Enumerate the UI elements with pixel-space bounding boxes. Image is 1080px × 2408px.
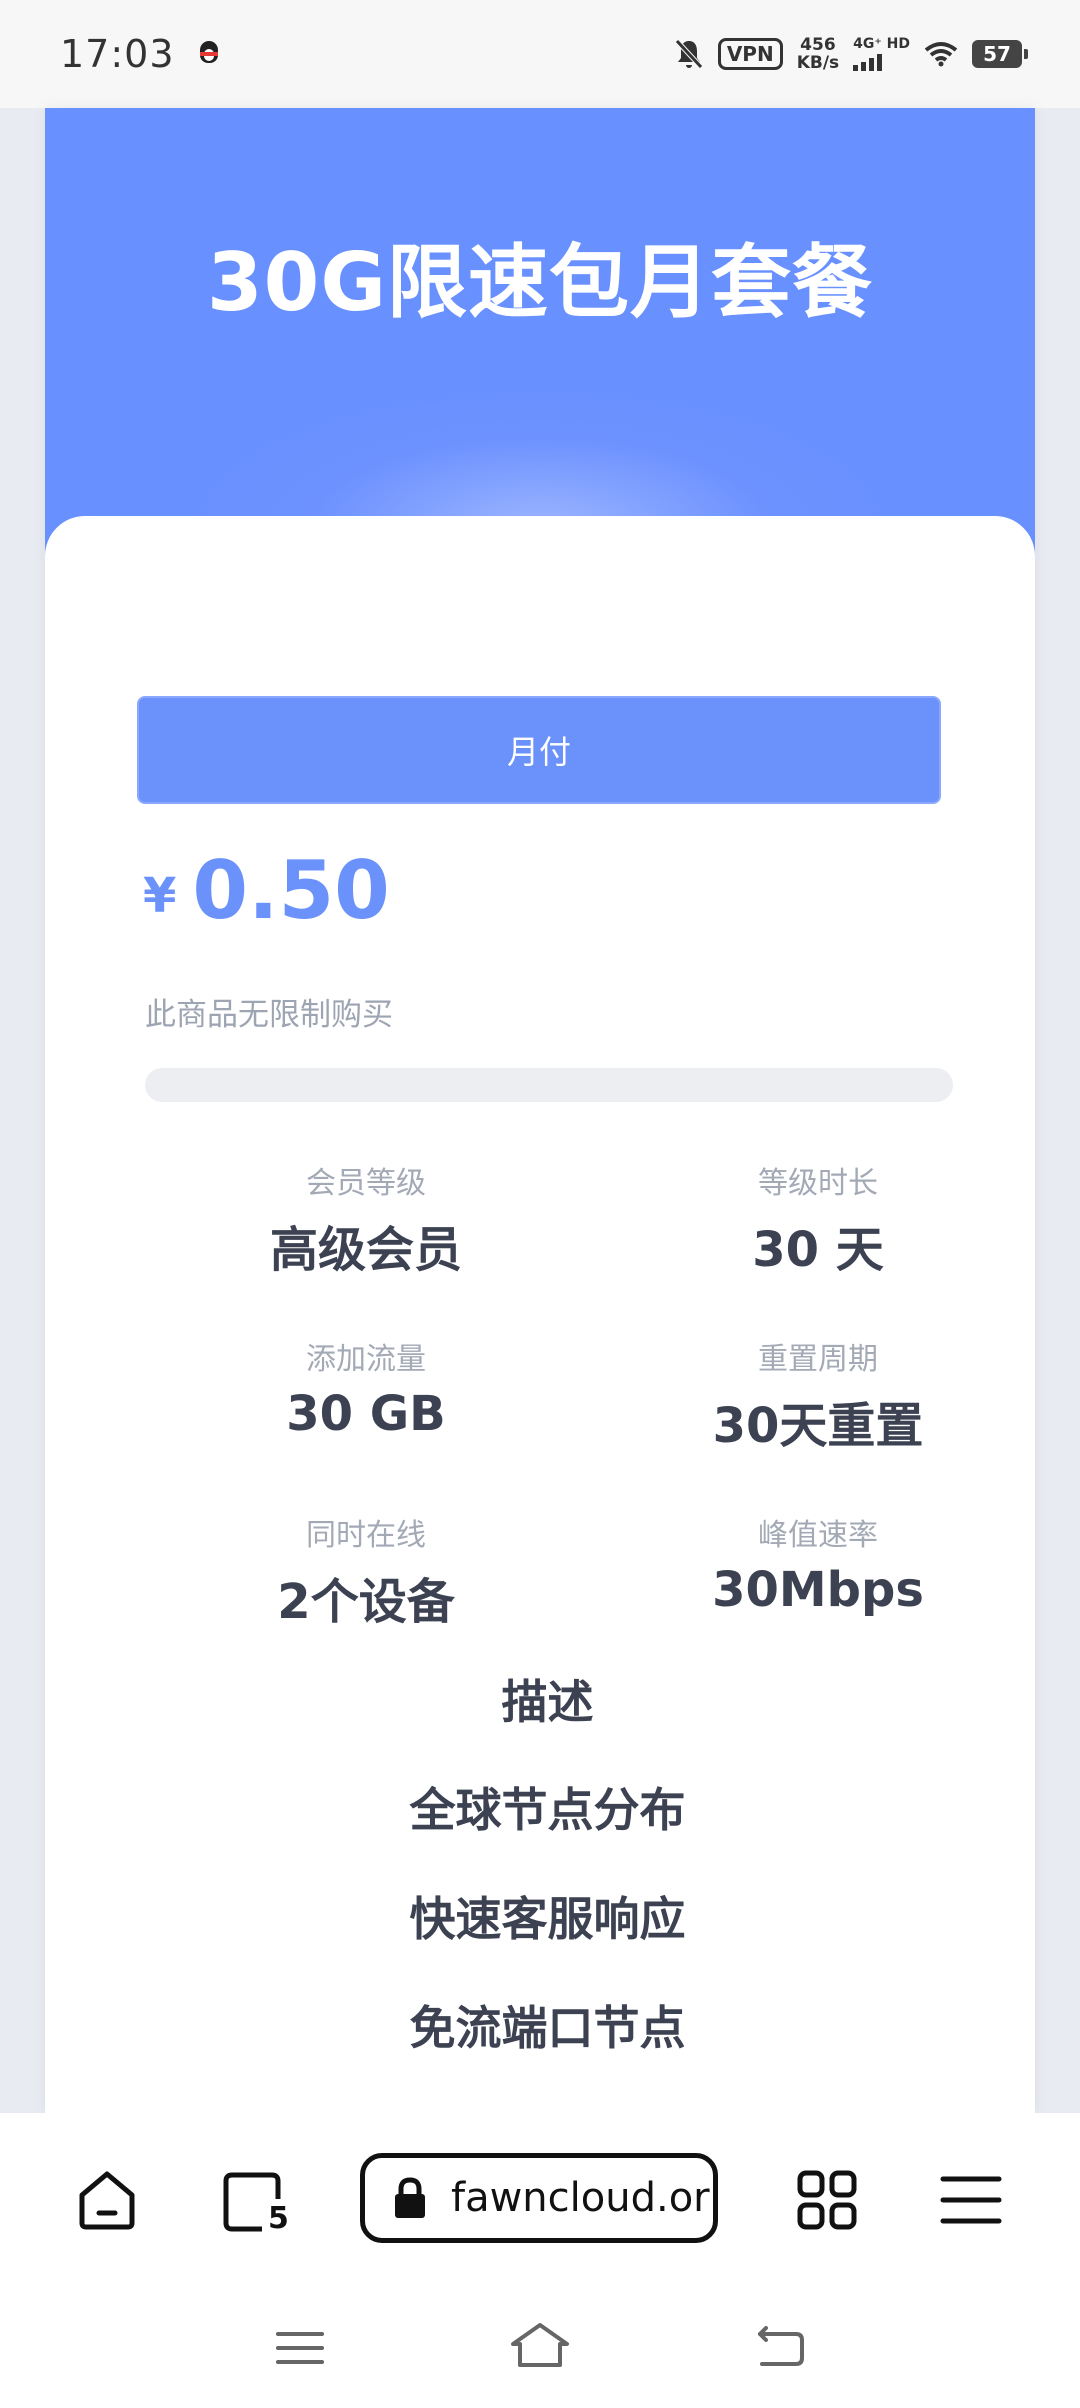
plan-card: 月付 ¥0.50 此商品无限制购买 会员等级 高级会员 等级时长 30 天 添加… [45,516,1035,2113]
wifi-icon [924,42,958,67]
stat-level-duration: 等级时长 30 天 [638,1158,998,1280]
stat-label: 峰值速率 [758,1518,878,1553]
mute-bell-icon [674,39,703,69]
plan-title: 30G限速包月套餐 [207,236,873,329]
home-icon[interactable] [76,2169,138,2231]
stock-progress-bar [145,1068,953,1102]
description-line: 全球节点分布 [409,1783,686,1837]
plan-header: 30G限速包月套餐 [45,108,1035,568]
description-line: 免流端口节点 [409,2001,686,2055]
stat-traffic: 添加流量 30 GB [186,1334,546,1442]
signal-icon: 4G⁺ HD [853,37,910,71]
billing-period-tab[interactable]: 月付 [137,696,941,804]
tab-count: 5 [268,2201,289,2236]
stat-value: 高级会员 [269,1222,462,1278]
stat-value: 30Mbps [712,1562,924,1618]
tabs-button[interactable]: 5 [222,2169,289,2236]
status-time: 17:03 [60,32,175,76]
system-home-icon[interactable] [510,2322,570,2368]
network-type: 4G⁺ HD [853,36,910,52]
price: ¥0.50 [143,844,390,937]
stat-label: 重置周期 [758,1342,878,1377]
vpn-badge: VPN [717,38,783,70]
url-text: fawncloud.or [451,2175,710,2221]
description-title: 描述 [501,1675,594,1729]
stat-reset-cycle: 重置周期 30天重置 [638,1334,998,1456]
stat-label: 添加流量 [306,1342,426,1377]
menu-icon[interactable] [940,2173,1002,2227]
stat-peak-speed: 峰值速率 30Mbps [638,1510,998,1618]
status-icons: VPN 456 KB/s 4G⁺ HD 57 [674,36,1028,72]
stat-member-level: 会员等级 高级会员 [186,1158,546,1280]
browser-toolbar: 5 fawncloud.or [0,2113,1080,2288]
address-bar[interactable]: fawncloud.or [360,2153,718,2243]
currency-symbol: ¥ [143,868,177,924]
back-icon[interactable] [756,2324,806,2368]
qq-icon [197,39,221,69]
purchase-limit-text: 此商品无限制购买 [145,997,393,1033]
description-line: 快速客服响应 [409,1892,686,1946]
stat-label: 同时在线 [306,1518,426,1553]
battery-level: 57 [983,42,1011,66]
speed-value: 456 [800,35,836,55]
price-amount: 0.50 [192,844,390,937]
battery-icon: 57 [972,40,1028,68]
recent-apps-icon[interactable] [276,2328,324,2368]
stat-value: 2个设备 [277,1574,455,1630]
stat-label: 会员等级 [306,1166,426,1201]
network-speed: 456 KB/s [797,36,839,72]
lock-icon [395,2177,425,2218]
status-bar: 17:03 VPN 456 KB/s 4G⁺ HD 57 [0,0,1080,108]
stat-value: 30 天 [752,1222,884,1278]
speed-unit: KB/s [796,53,840,73]
apps-grid-icon[interactable] [796,2169,858,2231]
web-page: 30G限速包月套餐 月付 ¥0.50 此商品无限制购买 会员等级 高级会员 等级… [45,108,1035,2113]
stat-value: 30天重置 [712,1398,924,1454]
stat-label: 等级时长 [758,1166,878,1201]
stat-value: 30 GB [286,1386,446,1442]
system-navigation-bar [0,2288,1080,2408]
stat-devices: 同时在线 2个设备 [186,1510,546,1632]
